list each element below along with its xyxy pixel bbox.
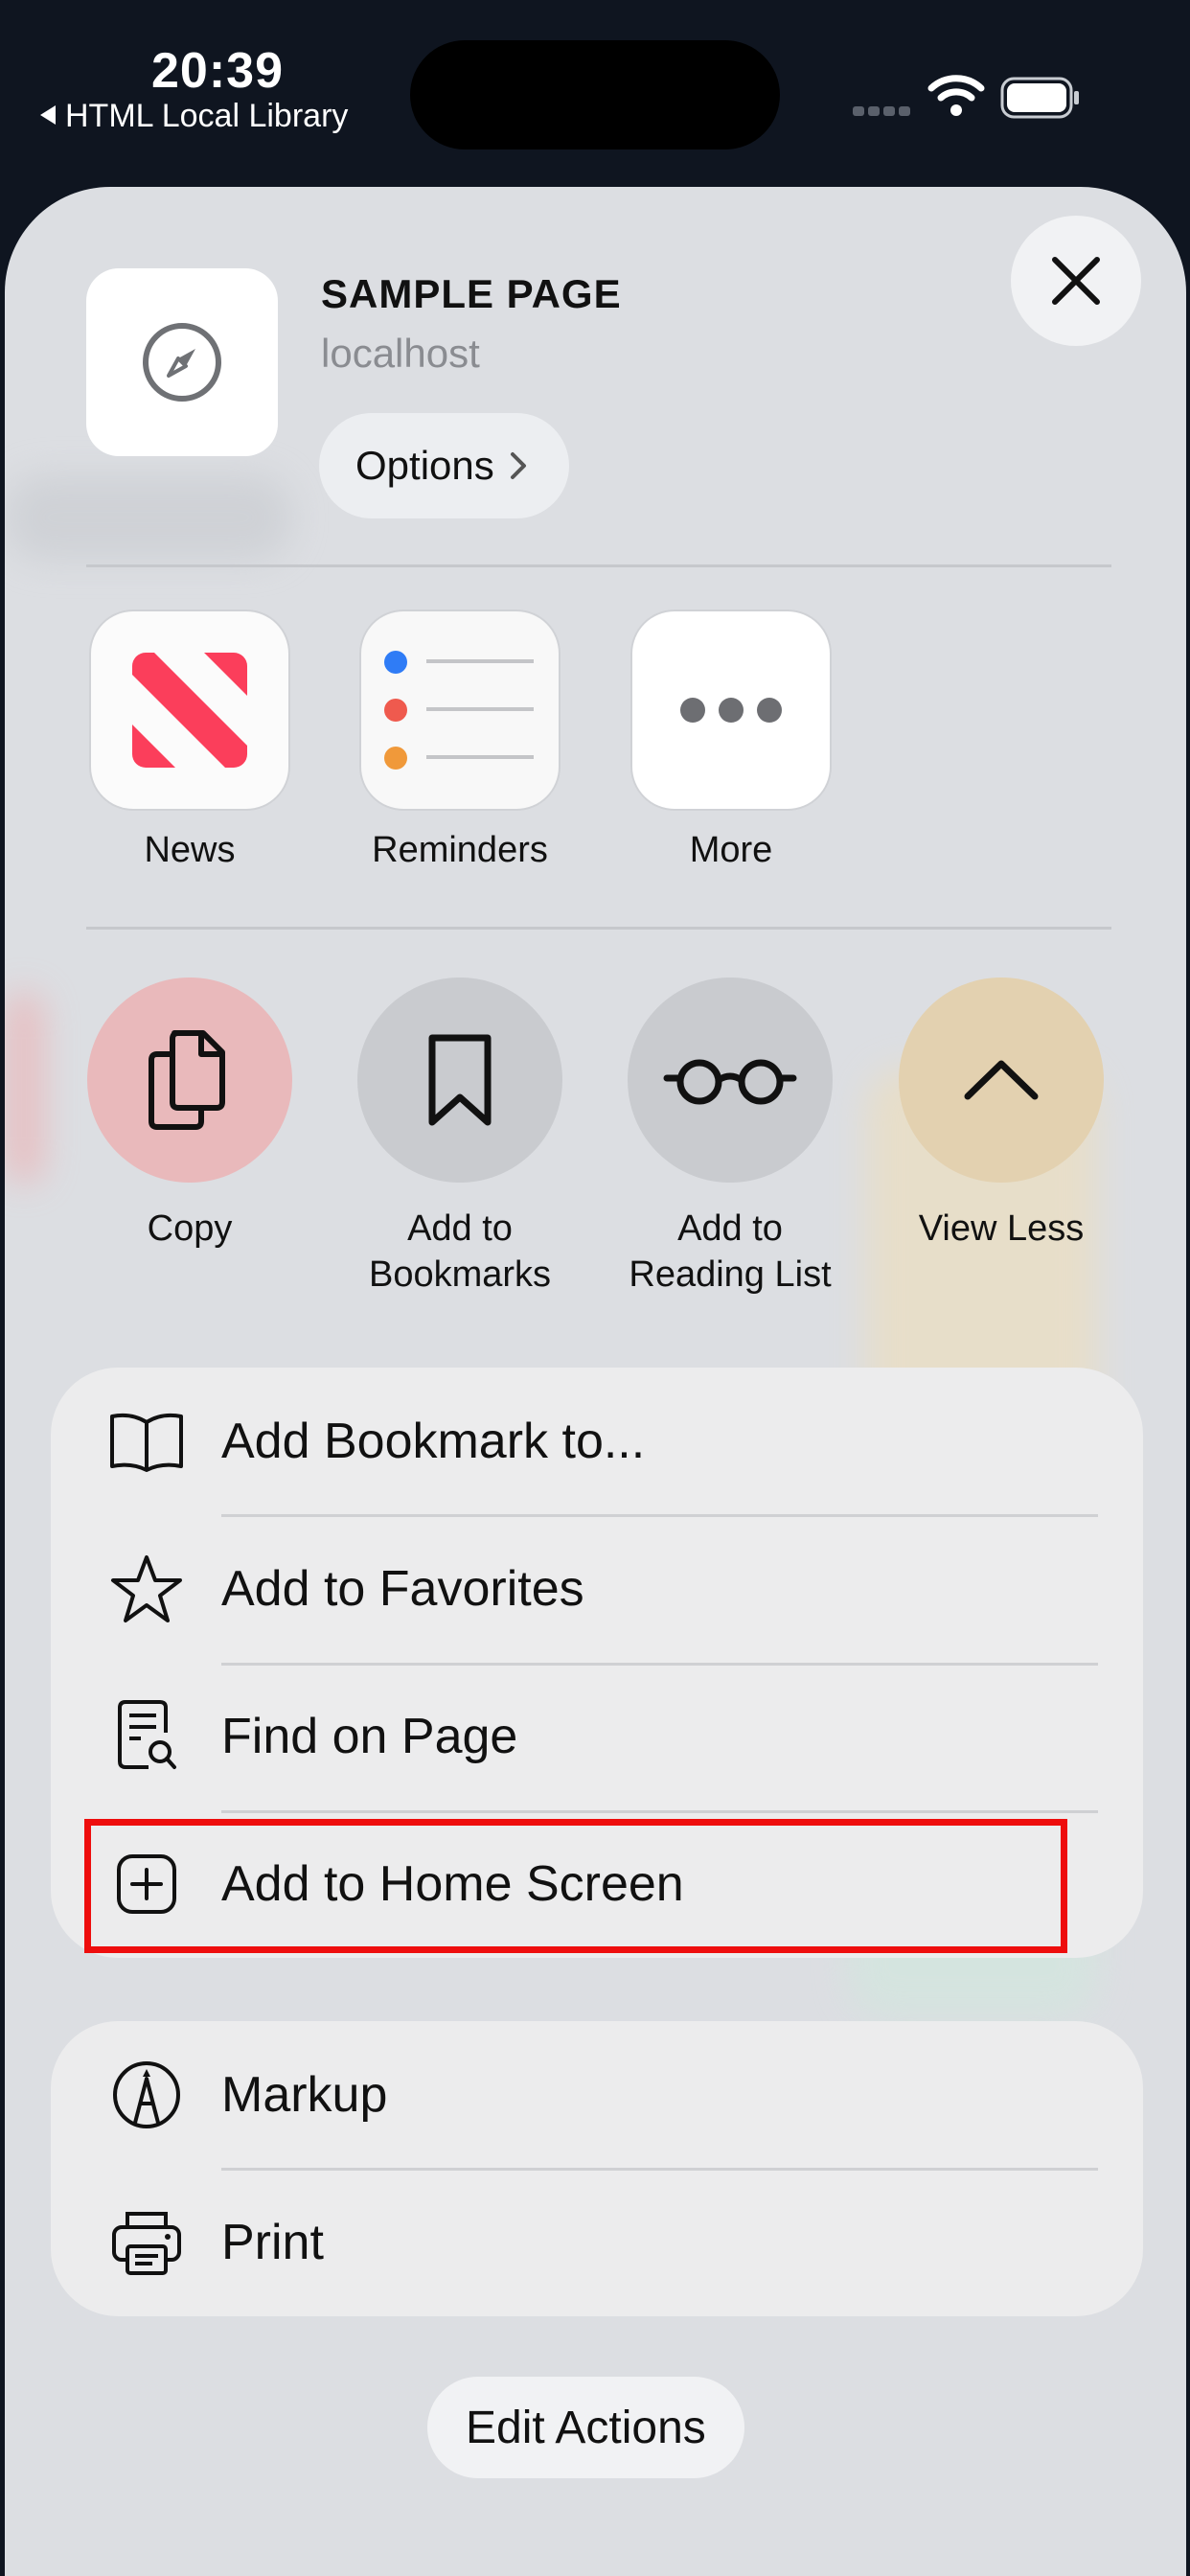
dynamic-island [410,40,780,150]
back-to-app-link[interactable]: HTML Local Library [40,98,348,135]
cellular-signal-icon [853,104,914,121]
app-label: News [144,830,236,870]
reminders-icon [361,611,559,809]
action-copy[interactable]: Copy [65,978,314,1252]
action-add-bookmark[interactable]: Add to Bookmarks [335,978,584,1298]
share-sheet: SAMPLE PAGE localhost Options News Remin… [5,187,1186,2576]
menu-item-label: Add to Favorites [221,1561,584,1617]
menu-item-find-on-page[interactable]: Find on Page [51,1663,1143,1810]
menu-group-secondary: Markup Print [51,2021,1143,2316]
background-blur [5,992,43,1184]
app-label: Reminders [372,830,548,870]
highlight-box [84,1819,1067,1953]
divider [86,564,1111,567]
background-blur [5,474,292,561]
glasses-icon [663,1059,797,1105]
menu-item-label: Markup [221,2067,388,2123]
divider [86,927,1111,930]
star-icon [108,1551,185,1627]
battery-icon [1000,77,1079,119]
menu-item-add-bookmark-to[interactable]: Add Bookmark to... [51,1368,1143,1515]
action-label: Copy [147,1208,233,1249]
reading-list-circle [628,978,833,1183]
back-app-label: HTML Local Library [65,98,349,134]
app-news[interactable]: News [89,611,290,871]
action-label: Add to Bookmarks [368,1208,552,1295]
markup-icon [108,2057,185,2133]
app-more[interactable]: More [630,611,832,871]
book-icon [108,1403,185,1480]
menu-item-label: Print [221,2215,324,2270]
app-reminders[interactable]: Reminders [359,611,561,871]
back-triangle-icon [40,105,56,126]
menu-item-label: Find on Page [221,1709,518,1764]
status-time: 20:39 [151,43,284,99]
bookmark-circle [357,978,562,1183]
app-label: More [689,830,773,870]
options-label: Options [355,443,494,488]
chevron-up-icon [964,1060,1039,1100]
menu-item-markup[interactable]: Markup [51,2021,1143,2169]
wifi-icon [927,75,985,116]
close-icon [1052,257,1100,305]
action-label: Add to Reading List [629,1208,832,1295]
page-host: localhost [321,331,480,376]
copy-icon [149,1030,225,1130]
options-button[interactable]: Options [319,413,569,518]
status-bar: 20:39 HTML Local Library [0,0,1190,182]
action-label: View Less [918,1208,1085,1249]
compass-icon [143,323,221,402]
view-less-circle [899,978,1104,1183]
printer-icon [108,2204,185,2281]
edit-actions-button[interactable]: Edit Actions [427,2377,744,2478]
action-add-reading-list[interactable]: Add to Reading List [606,978,855,1298]
more-icon [632,611,830,809]
find-on-page-icon [108,1698,185,1775]
copy-circle [87,978,292,1183]
bookmark-icon [428,1034,492,1126]
menu-item-add-to-favorites[interactable]: Add to Favorites [51,1515,1143,1663]
menu-item-print[interactable]: Print [51,2169,1143,2316]
menu-item-label: Add Bookmark to... [221,1414,646,1469]
action-view-less[interactable]: View Less [877,978,1126,1252]
page-thumbnail [86,268,278,456]
news-icon [91,611,288,809]
chevron-right-icon [510,452,526,479]
close-button[interactable] [1011,216,1141,346]
page-title: SAMPLE PAGE [321,271,622,316]
